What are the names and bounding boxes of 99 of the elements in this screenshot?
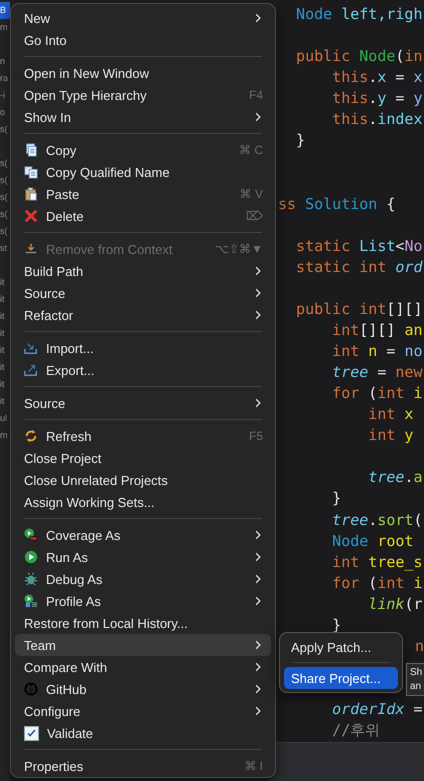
menu-item[interactable]: Copy ⌘ C [15,139,271,161]
code-line: this.index [331,110,422,128]
code-line: } [295,131,306,150]
menu-item[interactable]: Refresh F5 [15,425,271,447]
menu-item[interactable]: Close Unrelated Projects [15,469,271,491]
code-line: static int ord [295,258,422,276]
code-line: link(r [367,594,422,613]
tree-item[interactable]: it [0,376,10,393]
menu-item[interactable]: Export... [15,359,271,381]
menu-item[interactable]: Restore from Local History... [15,612,271,634]
menu-item[interactable]: New [15,7,271,29]
code-line: public int[][] [295,300,422,318]
tree-item[interactable]: s( [0,223,10,240]
menu-item[interactable]: Source [15,282,271,304]
code-line: int tree_s [331,552,422,571]
tree-item[interactable]: it [0,342,10,359]
menu-item[interactable]: Delete ⌦ [15,205,271,227]
tooltip-text: an [410,680,422,694]
code-line: orderIdx = [331,700,422,718]
copy-icon [24,165,38,179]
code-line: this.y = y [331,89,422,108]
menu-item[interactable]: Open Type Hierarchy F4 [15,84,271,106]
tree-item[interactable]: s( [0,172,10,189]
tree-item[interactable]: s( [0,155,10,172]
tree-item[interactable]: it [0,274,10,291]
menu-item[interactable]: Validate [15,722,271,744]
tree-item[interactable]: m [0,427,10,444]
tree-item[interactable]: o [0,104,10,121]
profile-icon [24,594,38,608]
menu-item[interactable]: Debug As [15,568,271,590]
menu-item[interactable]: Show In [15,106,271,128]
export-icon [24,363,38,377]
copy-icon [24,143,38,157]
code-line: //후위 [331,721,380,740]
menu-item[interactable]: Share Project... [284,667,398,689]
tree-item[interactable]: s( [0,121,10,138]
play-icon [24,528,38,542]
menu-item[interactable]: Profile As [15,590,271,612]
menu-item[interactable]: Go Into [15,29,271,51]
tree-item[interactable]: B [0,2,10,19]
menu-item[interactable]: Import... [15,337,271,359]
tree-item[interactable]: -i [0,87,10,104]
menu-item[interactable]: Properties ⌘ I [15,755,271,777]
tooltip-text: Sh [410,666,424,680]
menu-item[interactable]: Paste ⌘ V [15,183,271,205]
code-line: tree.a [367,468,422,486]
code-line: tree = new [331,363,422,382]
menu-item[interactable]: Run As [15,546,271,568]
refresh-icon [24,429,38,443]
tree-item[interactable]: it [0,325,10,342]
code-line: n [414,636,424,657]
clipboard-icon [24,187,38,201]
checkmark-icon [26,728,37,738]
menu-item[interactable]: Assign Working Sets... [15,491,271,513]
menu-item[interactable]: Apply Patch... [284,636,398,658]
menu-item[interactable]: Build Path [15,260,271,282]
menu-item[interactable]: Source [15,392,271,414]
code-line: } [331,489,342,508]
code-line: for (int i [331,574,422,592]
code-line: int y [367,426,414,444]
tree-item[interactable]: it [0,308,10,325]
code-line: int n = no [331,342,422,360]
menu-item[interactable]: Coverage As [15,524,271,546]
menu-item[interactable]: Team [15,634,271,656]
code-line: for (int i [331,384,422,402]
tree-item[interactable]: s( [0,206,10,223]
tree-item[interactable]: ra [0,70,10,87]
code-line: Node root [331,532,414,550]
tree-item[interactable]: m [0,19,10,36]
import-icon [24,341,38,355]
delete-icon [24,209,38,223]
menu-item[interactable]: Copy Qualified Name [15,161,271,183]
code-line: ss Solution { [278,194,396,213]
tree-item[interactable]: s( [0,189,10,206]
tree-item[interactable]: it [0,393,10,410]
bug-icon [24,572,38,586]
code-line: Node left,righ [295,5,422,23]
code-line: static List<No [295,236,422,255]
code-line: int x [367,405,414,424]
tree-item[interactable]: n [0,53,10,70]
menu-item[interactable]: Refactor [15,304,271,326]
menu-item[interactable]: Configure [15,700,271,722]
code-line: int[][] an [331,320,422,339]
menu-item[interactable]: Compare With [15,656,271,678]
tree-item[interactable]: it [0,291,10,308]
code-line: } [331,616,342,634]
code-line: this.x = x [331,68,422,86]
github-icon [24,682,38,696]
tree-item[interactable]: it [0,359,10,376]
menu-item[interactable]: Open in New Window [15,62,271,84]
code-line: public Node(in [295,47,422,66]
menu-item[interactable]: Close Project [15,447,271,469]
play-icon [24,550,38,564]
tree-item[interactable]: st [0,240,10,257]
arrow-icon [24,242,38,256]
tree-item[interactable]: ul [0,410,10,427]
menu-item[interactable]: GitHub [15,678,271,700]
code-line: tree.sort( [331,510,422,528]
checkbox[interactable] [24,726,39,740]
